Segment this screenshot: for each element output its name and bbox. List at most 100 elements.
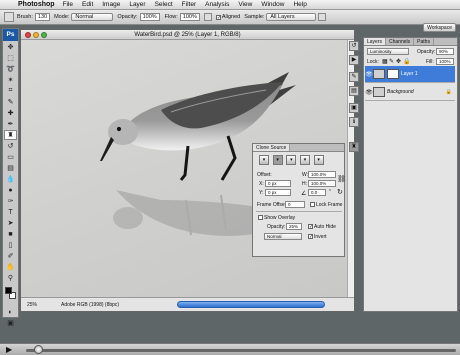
eyedropper-tool-icon[interactable]: ✐ <box>4 251 17 261</box>
dodge-tool-icon[interactable]: ● <box>4 185 17 195</box>
hand-tool-icon[interactable]: ✋ <box>4 262 17 272</box>
menu-layer[interactable]: Layer <box>129 1 145 8</box>
eraser-tool-icon[interactable]: ▭ <box>4 152 17 162</box>
sample-select[interactable]: All Layers <box>266 13 317 21</box>
clone-source-2-button[interactable]: ▾ <box>272 155 283 165</box>
playback-progress-track[interactable] <box>26 349 456 352</box>
layer-mask-thumbnail[interactable] <box>387 69 399 79</box>
lock-position-icon[interactable]: ✥ <box>396 58 401 65</box>
brush-tool-icon[interactable]: ✒ <box>4 119 17 129</box>
play-button[interactable]: ▶ <box>6 345 12 354</box>
tab-channels[interactable]: Channels <box>386 38 415 45</box>
healing-brush-tool-icon[interactable]: ✚ <box>4 108 17 118</box>
blur-tool-icon[interactable]: 💧 <box>4 174 17 184</box>
lock-pixels-icon[interactable]: ✎ <box>389 58 394 65</box>
foreground-color-swatch[interactable] <box>5 287 12 294</box>
show-overlay-checkbox[interactable] <box>258 215 263 220</box>
tab-paths[interactable]: Paths <box>414 38 434 45</box>
document-profile[interactable]: Adobe RGB (1998) (8bpc) <box>61 302 119 308</box>
x-offset-field[interactable]: 0 px <box>265 180 291 187</box>
playback-scrubber[interactable] <box>34 345 43 354</box>
crop-tool-icon[interactable]: ⌗ <box>4 86 17 96</box>
visibility-eye-icon[interactable]: 👁 <box>365 71 373 78</box>
aligned-checkbox[interactable]: ✓ <box>215 14 221 20</box>
history-brush-tool-icon[interactable]: ↺ <box>4 141 17 151</box>
auto-hide-checkbox[interactable]: ✓ <box>308 224 313 230</box>
invert-checkbox[interactable]: ✓ <box>308 234 313 240</box>
type-tool-icon[interactable]: T <box>4 207 17 217</box>
opacity-field[interactable]: 100% <box>139 13 160 21</box>
overlay-opacity-field[interactable]: 25% <box>286 223 302 230</box>
minimize-window-button[interactable] <box>33 32 39 38</box>
zoom-level[interactable]: 25% <box>27 302 51 308</box>
workspace-button[interactable]: Workspace <box>423 23 456 32</box>
layer-opacity-field[interactable]: 90% <box>436 48 454 55</box>
horizontal-scrollbar-thumb[interactable] <box>177 301 325 308</box>
brush-size-picker[interactable]: 130 <box>34 13 51 21</box>
magic-wand-tool-icon[interactable]: ✶ <box>4 75 17 85</box>
clone-stamp-tool-icon[interactable]: ♜ <box>4 130 17 140</box>
menu-window[interactable]: Window <box>261 1 284 8</box>
clone-stamp-tool-icon[interactable] <box>4 12 14 22</box>
layer-row-layer1[interactable]: 👁 Layer 1 <box>365 66 455 83</box>
visibility-eye-icon[interactable]: 👁 <box>365 89 373 96</box>
reset-transform-icon[interactable]: ↻ <box>337 188 343 196</box>
tab-clone-source[interactable]: Clone Source <box>253 144 291 151</box>
lock-frame-checkbox[interactable] <box>310 202 315 207</box>
height-scale-field[interactable]: 100.0% <box>308 180 336 187</box>
tab-layers[interactable]: Layers <box>364 38 387 45</box>
gradient-tool-icon[interactable]: ▤ <box>4 163 17 173</box>
menu-help[interactable]: Help <box>293 1 306 8</box>
dock-clone-source-icon[interactable]: ♜ <box>349 142 359 152</box>
overlay-mode-select[interactable]: Normal <box>264 233 302 240</box>
marquee-tool-icon[interactable]: ⬚ <box>4 53 17 63</box>
menu-edit[interactable]: Edit <box>82 1 93 8</box>
menu-analysis[interactable]: Analysis <box>205 1 229 8</box>
clone-source-1-button[interactable]: ▾ <box>259 155 269 165</box>
lock-label: Lock: <box>367 59 379 65</box>
width-scale-field[interactable]: 100.0% <box>308 171 336 178</box>
airbrush-icon[interactable] <box>203 13 212 21</box>
lock-all-icon[interactable]: 🔒 <box>403 58 410 65</box>
screen-mode-icon[interactable]: ▣ <box>4 318 17 328</box>
layer-row-background[interactable]: 👁 Background 🔒 <box>365 84 455 101</box>
quick-mask-icon[interactable]: ◐ <box>4 307 17 317</box>
flow-label: Flow: <box>164 14 178 20</box>
toolbox: Ps ✥ ⬚ ➰ ✶ ⌗ ✎ ✚ ✒ ♜ ↺ ▭ ▤ 💧 ● ✑ T ➤ ■ ▯… <box>2 28 19 327</box>
clone-source-4-button[interactable]: ▾ <box>300 155 311 165</box>
y-offset-field[interactable]: 0 px <box>265 189 291 196</box>
menu-app-name[interactable]: Photoshop <box>18 1 55 8</box>
frame-offset-field[interactable]: 0 <box>285 201 305 208</box>
rotation-field[interactable]: 0.0 <box>308 189 326 196</box>
lasso-tool-icon[interactable]: ➰ <box>4 64 17 74</box>
path-selection-tool-icon[interactable]: ➤ <box>4 218 17 228</box>
notes-tool-icon[interactable]: ▯ <box>4 240 17 250</box>
menu-image[interactable]: Image <box>102 1 120 8</box>
menu-file[interactable]: File <box>63 1 73 8</box>
close-window-button[interactable] <box>25 32 31 38</box>
menu-view[interactable]: View <box>238 1 252 8</box>
dock-history-icon[interactable]: ↺ <box>349 41 359 51</box>
dock-brushes-icon[interactable]: ✎ <box>349 72 359 82</box>
lock-transparency-icon[interactable]: ▦ <box>382 58 388 65</box>
menu-select[interactable]: Select <box>155 1 173 8</box>
shape-tool-icon[interactable]: ■ <box>4 229 17 239</box>
dock-navigator-icon[interactable]: ▣ <box>349 103 359 113</box>
fill-field[interactable]: 100% <box>436 58 454 65</box>
clone-source-5-button[interactable]: ▾ <box>313 155 324 165</box>
dock-info-icon[interactable]: ℹ <box>349 117 359 127</box>
flow-field[interactable]: 100% <box>179 13 200 21</box>
menu-filter[interactable]: Filter <box>182 1 196 8</box>
pen-tool-icon[interactable]: ✑ <box>4 196 17 206</box>
mode-select[interactable]: Normal <box>71 13 114 21</box>
blend-mode-select[interactable]: Luminosity <box>367 48 409 55</box>
zoom-window-button[interactable] <box>41 32 47 38</box>
clone-source-3-button[interactable]: ▾ <box>286 155 297 165</box>
slice-tool-icon[interactable]: ✎ <box>4 97 17 107</box>
dock-tool-presets-icon[interactable]: ▤ <box>349 86 359 96</box>
link-scale-icon[interactable]: ⛓ <box>337 175 346 183</box>
dock-actions-icon[interactable]: ▶ <box>349 55 359 65</box>
move-tool-icon[interactable]: ✥ <box>4 42 17 52</box>
zoom-tool-icon[interactable]: ⚲ <box>4 273 17 283</box>
ignore-adjustment-layers-icon[interactable] <box>318 13 327 21</box>
